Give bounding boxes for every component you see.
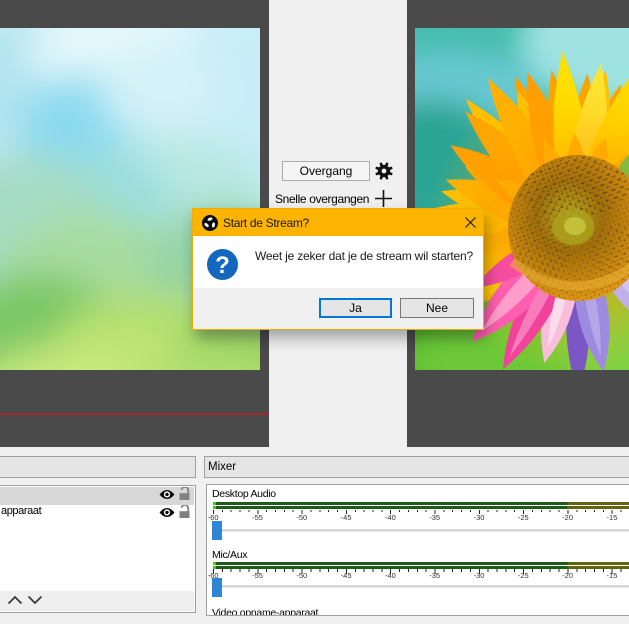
svg-text:?: ?	[215, 252, 230, 279]
